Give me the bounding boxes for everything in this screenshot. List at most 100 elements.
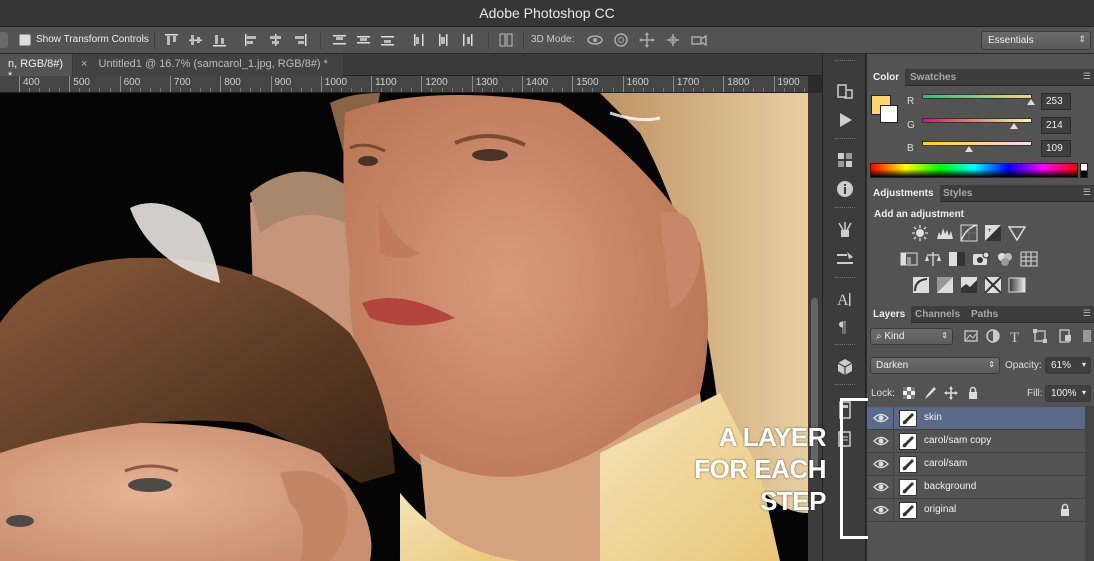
exposure-icon[interactable]: + (984, 224, 1002, 242)
lock-all-icon[interactable] (966, 386, 980, 400)
auto-align-layers-icon[interactable] (498, 32, 515, 48)
panel-menu-icon[interactable]: ☰ (1083, 308, 1091, 319)
align-right-icon[interactable] (291, 32, 308, 48)
align-top-icon[interactable] (163, 32, 180, 48)
eye-icon[interactable] (873, 457, 889, 471)
eye-icon[interactable] (873, 480, 889, 494)
document-tab[interactable]: n, RGB/8#) * (0, 54, 72, 82)
lock-position-icon[interactable] (944, 386, 958, 400)
character-icon[interactable]: A (835, 289, 855, 309)
lock-transparent-pixels-icon[interactable] (902, 386, 916, 400)
fill-field[interactable]: 100% ▾ (1045, 385, 1091, 402)
distribute-bottom-icon[interactable] (379, 32, 396, 48)
levels-icon[interactable] (936, 224, 954, 242)
black-white-ramp[interactable] (1080, 163, 1088, 178)
layer-row-original[interactable]: original (867, 499, 1085, 522)
filter-pixel-icon[interactable] (963, 328, 979, 344)
posterize-icon[interactable] (936, 276, 954, 294)
distribute-left-icon[interactable] (411, 32, 428, 48)
channel-value-field[interactable]: 109 (1041, 140, 1071, 157)
tab-channels[interactable]: Channels (909, 306, 966, 323)
workspace-select[interactable]: Essentials ⇕ (981, 31, 1091, 50)
brush-settings-icon[interactable] (835, 249, 855, 269)
distribute-right-icon[interactable] (459, 32, 476, 48)
swatches-grid-icon[interactable] (835, 150, 855, 170)
tab-paths[interactable]: Paths (965, 306, 1004, 323)
layer-row-background[interactable]: background (867, 476, 1085, 499)
lock-image-pixels-icon[interactable] (923, 386, 937, 400)
dock-grip[interactable] (835, 344, 855, 347)
filter-toggle-icon[interactable] (1079, 328, 1091, 344)
blend-mode-select[interactable]: Darken ⇕ (870, 357, 1000, 374)
brush-presets-icon[interactable] (835, 220, 855, 240)
panel-menu-icon[interactable]: ☰ (1083, 187, 1091, 198)
hue-saturation-icon[interactable] (900, 250, 918, 268)
distribute-vertical-center-icon[interactable] (355, 32, 372, 48)
dock-grip[interactable] (835, 207, 855, 210)
selective-color-icon[interactable] (984, 276, 1002, 294)
gradient-map-icon[interactable] (1008, 276, 1026, 294)
layer-filter-kind-select[interactable]: ⌕ Kind ⇕ (870, 328, 953, 345)
paragraph-icon[interactable]: ¶ (835, 316, 855, 336)
channel-value-field[interactable]: 214 (1041, 117, 1071, 134)
channel-slider[interactable] (922, 141, 1032, 146)
document-canvas[interactable] (0, 93, 808, 561)
align-left-icon[interactable] (243, 32, 260, 48)
eye-icon[interactable] (873, 503, 889, 517)
layer-row-carol-sam-copy[interactable]: carol/sam copy (867, 430, 1085, 453)
tab-layers[interactable]: Layers (867, 306, 912, 323)
black-white-icon[interactable] (948, 250, 966, 268)
panel-menu-icon[interactable]: ☰ (1083, 71, 1091, 82)
color-spectrum-ramp[interactable] (870, 163, 1078, 178)
document-tab-untitled1[interactable]: × Untitled1 @ 16.7% (samcarol_1.jpg, RGB… (73, 54, 343, 76)
channel-mixer-icon[interactable] (996, 250, 1014, 268)
align-bottom-icon[interactable] (211, 32, 228, 48)
threshold-icon[interactable] (960, 276, 978, 294)
eye-icon[interactable] (873, 411, 889, 425)
filter-smart-object-icon[interactable] (1057, 328, 1073, 344)
brightness-contrast-icon[interactable] (911, 224, 929, 242)
filter-adjustment-icon[interactable] (985, 328, 1001, 344)
eye-icon[interactable] (873, 434, 889, 448)
align-vertical-center-icon[interactable] (187, 32, 204, 48)
layer-row-carol-sam[interactable]: carol/sam (867, 453, 1085, 476)
3d-cube-icon[interactable] (835, 357, 855, 377)
channel-value-field[interactable]: 253 (1041, 93, 1071, 110)
channel-slider[interactable] (922, 94, 1032, 99)
tab-swatches[interactable]: Swatches (904, 69, 962, 86)
color-lookup-icon[interactable] (1020, 250, 1038, 268)
dock-grip[interactable] (835, 384, 855, 387)
filter-shape-icon[interactable] (1032, 328, 1048, 344)
tab-color[interactable]: Color (867, 69, 906, 86)
options-bar-grip[interactable] (0, 32, 8, 48)
dock-grip[interactable] (835, 60, 855, 63)
layers-scrollbar[interactable] (1085, 406, 1094, 561)
3d-orbit-icon[interactable] (586, 31, 604, 49)
slider-thumb[interactable] (965, 146, 974, 152)
slider-thumb[interactable] (1010, 123, 1019, 129)
background-color-swatch[interactable] (880, 105, 898, 123)
align-horizontal-center-icon[interactable] (267, 32, 284, 48)
show-transform-controls-checkbox[interactable] (19, 34, 31, 46)
3d-scale-icon[interactable] (690, 31, 708, 49)
filter-type-icon[interactable]: T (1008, 328, 1024, 346)
close-icon[interactable]: × (81, 58, 87, 70)
play-actions-icon[interactable] (835, 110, 855, 130)
3d-roll-icon[interactable] (612, 31, 630, 49)
invert-icon[interactable] (912, 276, 930, 294)
3d-pan-icon[interactable] (638, 31, 656, 49)
photo-filter-icon[interactable] (972, 250, 990, 268)
tab-styles[interactable]: Styles (937, 185, 978, 202)
3d-slide-icon[interactable] (664, 31, 682, 49)
opacity-field[interactable]: 61% ▾ (1045, 357, 1091, 374)
color-balance-icon[interactable] (924, 250, 942, 268)
dock-grip[interactable] (835, 277, 855, 280)
layer-row-skin[interactable]: skin (867, 407, 1085, 430)
tab-adjustments[interactable]: Adjustments (867, 185, 940, 202)
info-icon[interactable] (835, 179, 855, 199)
vibrance-icon[interactable] (1007, 224, 1027, 242)
distribute-horizontal-center-icon[interactable] (435, 32, 452, 48)
curves-icon[interactable] (960, 224, 978, 242)
slider-thumb[interactable] (1026, 99, 1035, 105)
distribute-top-icon[interactable] (331, 32, 348, 48)
